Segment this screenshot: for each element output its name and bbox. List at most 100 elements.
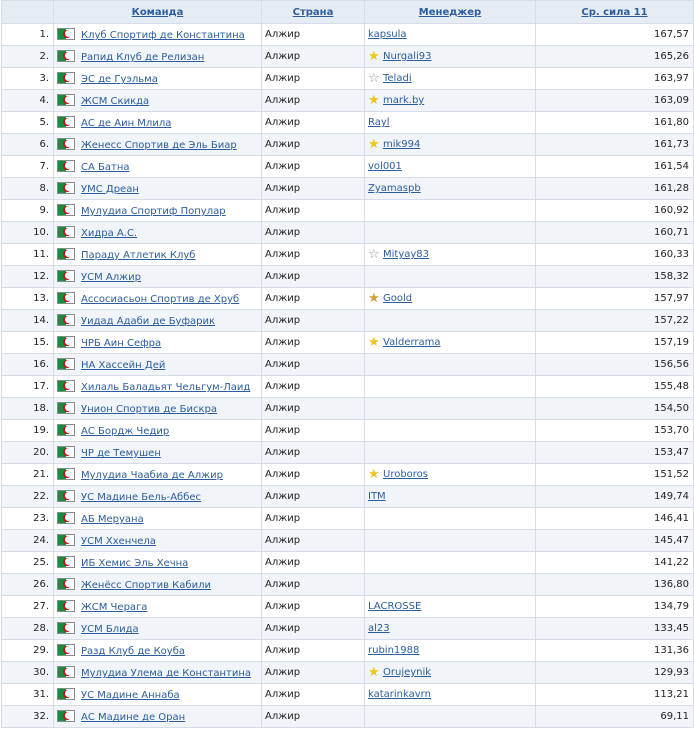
manager-link[interactable]: Mityay83	[383, 249, 429, 260]
gold-star-icon: ★	[368, 137, 380, 152]
team-link[interactable]: Унион Спортив де Бискра	[81, 404, 217, 415]
sort-by-manager-link[interactable]: Менеджер	[419, 7, 481, 18]
sort-by-strength-link[interactable]: Ср. сила 11	[581, 7, 647, 18]
manager-link[interactable]: LACROSSE	[368, 601, 421, 612]
manager-cell	[364, 551, 536, 574]
team-link[interactable]: ЭС де Гуэльма	[81, 74, 158, 85]
manager-link[interactable]: Goold	[383, 293, 412, 304]
team-link[interactable]: УС Мадине Аннаба	[81, 690, 180, 701]
manager-cell	[364, 507, 536, 530]
sort-by-team-link[interactable]: Команда	[132, 7, 184, 18]
team-link[interactable]: АС Мадине де Оран	[81, 712, 185, 723]
team-link[interactable]: АС де Аин Млила	[81, 118, 171, 129]
strength-cell: 158,32	[535, 265, 694, 288]
team-cell: УМС Дреан	[53, 177, 262, 200]
rank-cell: 4.	[1, 89, 54, 112]
team-link[interactable]: ЧР де Темушен	[81, 448, 161, 459]
team-cell: Женесс Спортив де Эль Биар	[53, 133, 262, 156]
manager-link[interactable]: Zyamaspb	[368, 183, 421, 194]
silver-star-icon: ☆	[368, 71, 380, 86]
manager-link[interactable]: Uroboros	[383, 469, 428, 480]
strength-cell: 161,28	[535, 177, 694, 200]
rank-cell: 1.	[1, 23, 54, 46]
team-cell: АС де Аин Млила	[53, 111, 262, 134]
manager-cell: ☆ Mityay83	[364, 243, 536, 266]
manager-link[interactable]: vol001	[368, 161, 402, 172]
team-link[interactable]: Хидра А.С.	[81, 228, 137, 239]
manager-link[interactable]: ITM	[368, 491, 386, 502]
rank-cell: 23.	[1, 507, 54, 530]
strength-column-header[interactable]: Ср. сила 11	[535, 0, 694, 24]
manager-cell	[364, 529, 536, 552]
manager-link[interactable]: Teladi	[383, 73, 412, 84]
team-link[interactable]: Рапид Клуб де Релизан	[81, 52, 204, 63]
strength-cell: 161,73	[535, 133, 694, 156]
algeria-flag-icon	[57, 490, 75, 502]
team-link[interactable]: Параду Атлетик Клуб	[81, 250, 195, 261]
rank-cell: 2.	[1, 45, 54, 68]
country-cell: Алжир	[261, 375, 365, 398]
country-cell: Алжир	[261, 45, 365, 68]
team-link[interactable]: Уидад Адаби де Буфарик	[81, 316, 215, 327]
team-link[interactable]: Разд Клуб де Коуба	[81, 646, 185, 657]
teams-table: Команда Страна Менеджер Ср. сила 11 1. Кл…	[1, 0, 694, 728]
manager-cell: Rayl	[364, 111, 536, 134]
country-cell: Алжир	[261, 199, 365, 222]
team-cell: ЭС де Гуэльма	[53, 67, 262, 90]
manager-link[interactable]: rubin1988	[368, 645, 419, 656]
team-link[interactable]: НА Хассейн Дей	[81, 360, 165, 371]
manager-link[interactable]: al23	[368, 623, 390, 634]
manager-link[interactable]: Orujeynik	[383, 667, 431, 678]
table-row: 1. Клуб Спортиф де Константина Алжир kapsul…	[1, 23, 694, 46]
table-row: 17. Хилаль Баладьят Чельгум-Лаид Алжир 155,…	[1, 375, 694, 398]
manager-link[interactable]: mark.by	[383, 95, 424, 106]
manager-link[interactable]: Valderrama	[383, 337, 441, 348]
team-link[interactable]: ЖСМ Скикда	[81, 96, 149, 107]
team-link[interactable]: Женёсс Спортив Кабили	[81, 580, 211, 591]
table-row: 30. Мулудиа Улема де Константина Алжир ★ Oru…	[1, 661, 694, 684]
country-cell: Алжир	[261, 177, 365, 200]
table-row: 29. Разд Клуб де Коуба Алжир rubin1988 131,3…	[1, 639, 694, 662]
algeria-flag-icon	[57, 446, 75, 458]
manager-link[interactable]: katarinkavrn	[368, 689, 431, 700]
algeria-flag-icon	[57, 314, 75, 326]
country-cell: Алжир	[261, 617, 365, 640]
manager-link[interactable]: kapsula	[368, 29, 407, 40]
manager-link[interactable]: mik994	[383, 139, 420, 150]
team-link[interactable]: Мулудиа Улема де Константина	[81, 668, 251, 679]
sort-by-country-link[interactable]: Страна	[293, 7, 334, 18]
country-cell: Алжир	[261, 639, 365, 662]
team-link[interactable]: ЧРБ Аин Сефра	[81, 338, 161, 349]
team-link[interactable]: Женесс Спортив де Эль Биар	[81, 140, 237, 151]
team-cell: СА Батна	[53, 155, 262, 178]
strength-cell: 149,74	[535, 485, 694, 508]
team-link[interactable]: Мулудиа Чаабиа де Алжир	[81, 470, 223, 481]
manager-link[interactable]: Rayl	[368, 117, 390, 128]
team-link[interactable]: АС Бордж Чедир	[81, 426, 169, 437]
strength-cell: 153,70	[535, 419, 694, 442]
team-link[interactable]: УМС Дреан	[81, 184, 139, 195]
algeria-flag-icon	[57, 116, 75, 128]
team-link[interactable]: АБ Меруана	[81, 514, 144, 525]
table-row: 3. ЭС де Гуэльма Алжир ☆ Teladi 163,97	[1, 67, 694, 90]
team-link[interactable]: Клуб Спортиф де Константина	[81, 30, 245, 41]
team-link[interactable]: Мулудиа Спортиф Популар	[81, 206, 226, 217]
team-link[interactable]: ИБ Хемис Эль Хечна	[81, 558, 188, 569]
rank-cell: 19.	[1, 419, 54, 442]
country-column-header[interactable]: Страна	[261, 0, 365, 24]
rank-cell: 15.	[1, 331, 54, 354]
team-link[interactable]: ЖСМ Черага	[81, 602, 147, 613]
rank-cell: 30.	[1, 661, 54, 684]
manager-cell	[364, 309, 536, 332]
team-link[interactable]: УСМ Алжир	[81, 272, 141, 283]
team-column-header[interactable]: Команда	[53, 0, 262, 24]
team-link[interactable]: Ассосиасьон Спортив де Хруб	[81, 294, 239, 305]
team-link[interactable]: СА Батна	[81, 162, 129, 173]
manager-column-header[interactable]: Менеджер	[364, 0, 536, 24]
team-link[interactable]: УСМ Ххенчела	[81, 536, 156, 547]
team-link[interactable]: Хилаль Баладьят Чельгум-Лаид	[81, 382, 250, 393]
manager-cell: ★ mik994	[364, 133, 536, 156]
team-link[interactable]: УСМ Блида	[81, 624, 139, 635]
manager-link[interactable]: Nurgali93	[383, 51, 432, 62]
team-link[interactable]: УС Мадине Бель-Аббес	[81, 492, 201, 503]
